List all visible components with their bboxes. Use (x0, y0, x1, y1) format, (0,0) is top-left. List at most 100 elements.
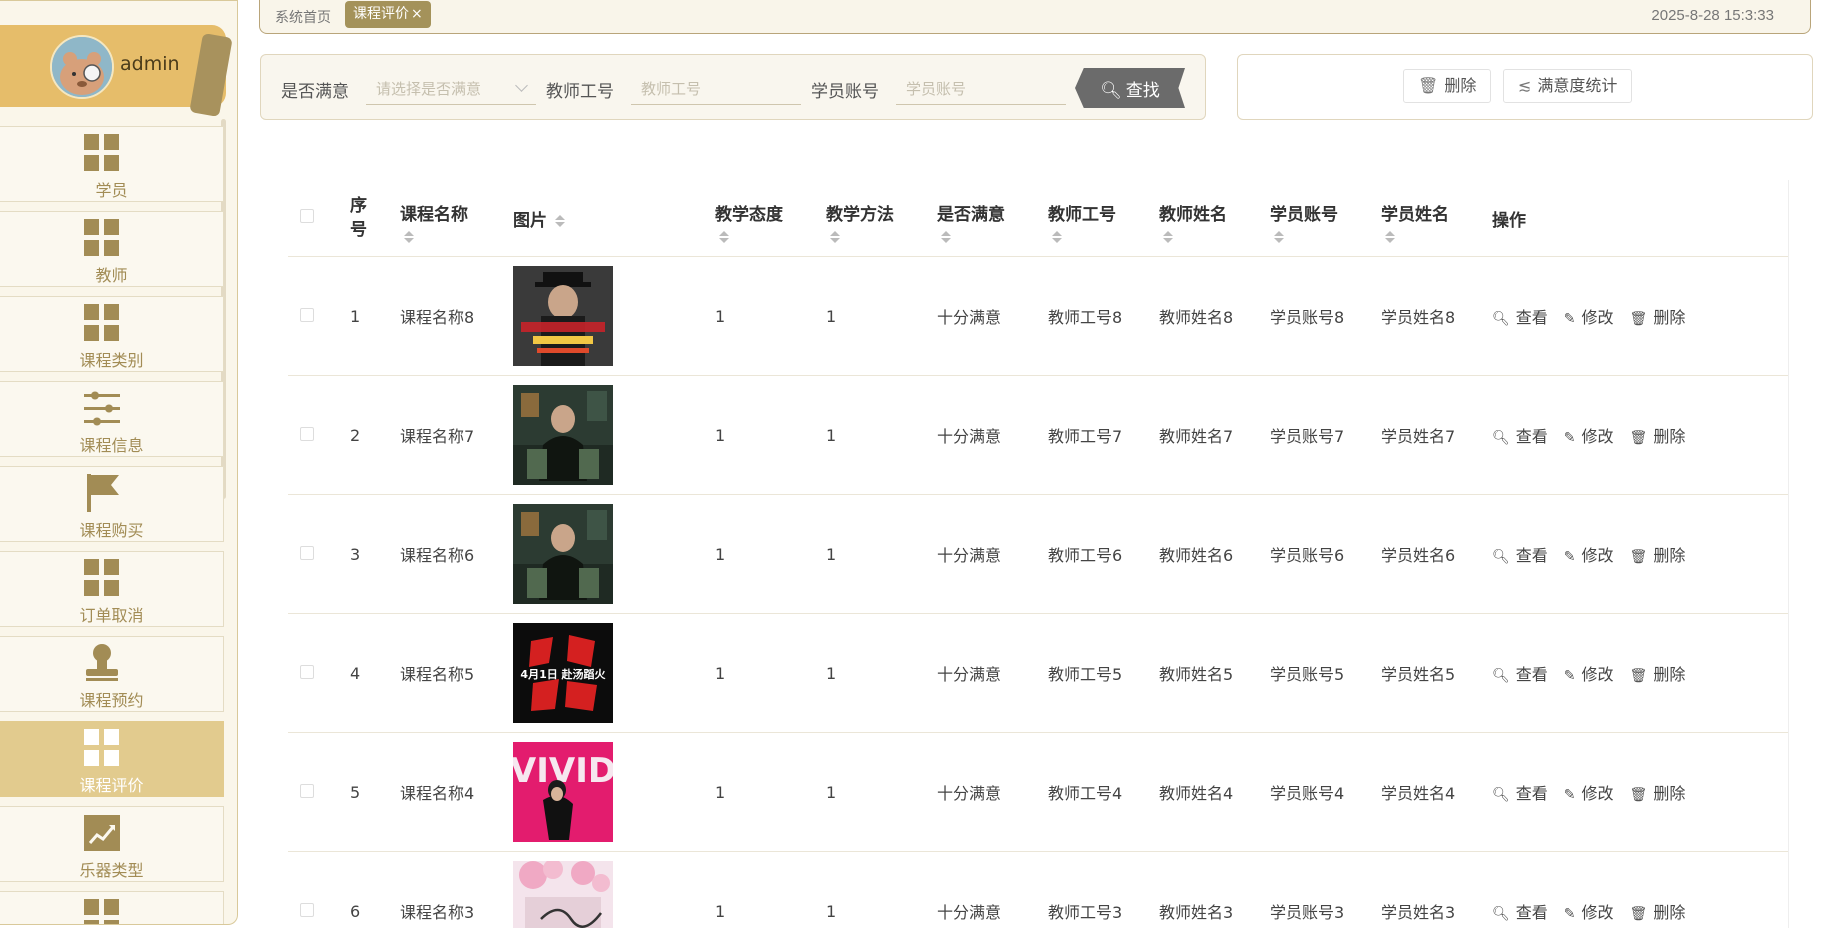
cell-attitude: 1 (715, 425, 726, 445)
sidebar-item-1[interactable]: 教师 (0, 211, 224, 287)
table-row[interactable]: 4 课程名称5 4月1日 赴汤蹈火 1 1 十分满意 教师工号5 教师姓名5 学员账号5 学员姓名… (288, 613, 1788, 733)
cell-teacher-no: 教师工号7 (1048, 427, 1123, 446)
sort-icon[interactable] (1163, 231, 1173, 243)
cell-teacher-name: 教师姓名8 (1159, 308, 1234, 327)
table-row[interactable]: 1 课程名称8 1 1 十分满意 教师工号8 教师姓名8 学员账号8 学员姓名8 🔍︎ 查看 ✎ 修改 🗑… (288, 256, 1788, 376)
svg-text:4月1日 赴汤蹈火: 4月1日 赴汤蹈火 (520, 667, 606, 681)
delete-label: 删除 (1653, 308, 1686, 327)
view-button[interactable]: 🔍︎ 查看 (1492, 423, 1548, 447)
delete-label: 删除 (1653, 784, 1686, 803)
sidebar-item-5[interactable]: 订单取消 (0, 551, 224, 627)
bulk-delete-label: 删除 (1444, 76, 1477, 95)
course-image[interactable] (513, 861, 715, 928)
cell-teacher-name: 教师姓名4 (1159, 784, 1234, 803)
sort-icon[interactable] (555, 215, 565, 227)
user-box: admin (0, 25, 233, 117)
data-table: 序号 课程名称 图片 教学态度 教学方法 是否满意 教师工号 教师姓名 学员账号… (288, 180, 1789, 928)
row-checkbox[interactable] (300, 664, 314, 679)
tab-course-review[interactable]: 课程评价 × (345, 1, 431, 28)
header-student-name: 学员姓名 (1381, 205, 1449, 225)
cell-course-name: 课程名称7 (400, 427, 475, 446)
avatar[interactable] (50, 35, 114, 99)
delete-label: 删除 (1653, 665, 1686, 684)
satisfaction-stats-button[interactable]: ≲ 满意度统计 (1503, 69, 1633, 103)
row-checkbox[interactable] (300, 783, 314, 798)
edit-button[interactable]: ✎ 修改 (1564, 304, 1614, 328)
close-icon[interactable]: × (411, 6, 423, 22)
edit-button[interactable]: ✎ 修改 (1564, 661, 1614, 685)
table-row[interactable]: 3 课程名称6 1 1 十分满意 教师工号6 教师姓名6 学员账号6 学员姓名6 🔍︎ 查看 ✎ 修改 🗑… (288, 494, 1788, 614)
course-image[interactable]: VIVID (513, 742, 715, 842)
table-row[interactable]: 6 课程名称3 1 1 十分满意 教师工号3 教师姓名3 学员账号3 学员姓名3 🔍︎ 查看 ✎ 修改 🗑… (288, 851, 1788, 928)
table-row[interactable]: 5 课程名称4 VIVID 1 1 十分满意 教师工号4 教师姓名4 学员账号4 学员姓名4 🔍︎ 查… (288, 732, 1788, 852)
sort-icon[interactable] (1052, 231, 1062, 243)
student-acct-label: 学员账号 (811, 82, 879, 102)
edit-label: 修改 (1581, 784, 1614, 803)
cell-attitude: 1 (715, 306, 726, 326)
course-image[interactable]: 4月1日 赴汤蹈火 (513, 623, 715, 723)
delete-button[interactable]: 🗑︎ 删除 (1630, 304, 1686, 328)
cell-method: 1 (826, 306, 837, 326)
delete-button[interactable]: 🗑︎ 删除 (1630, 423, 1686, 447)
sort-icon[interactable] (404, 231, 414, 243)
sort-icon[interactable] (1274, 231, 1284, 243)
row-checkbox[interactable] (300, 307, 314, 322)
teacher-no-input[interactable] (631, 73, 801, 105)
bulk-delete-button[interactable]: 🗑︎ 删除 (1403, 69, 1492, 103)
cell-satisfied: 十分满意 (937, 427, 1002, 446)
edit-button[interactable]: ✎ 修改 (1564, 899, 1614, 923)
sidebar-item-3[interactable]: 课程信息 (0, 381, 224, 457)
sidebar-item-label: 乐器类型 (79, 861, 144, 880)
edit-button[interactable]: ✎ 修改 (1564, 542, 1614, 566)
course-image[interactable] (513, 504, 715, 604)
grid-icon (83, 133, 121, 173)
cell-student-name: 学员姓名3 (1381, 903, 1456, 922)
student-acct-input[interactable] (896, 73, 1066, 105)
view-button[interactable]: 🔍︎ 查看 (1492, 661, 1548, 685)
course-image[interactable] (513, 385, 715, 485)
cell-method: 1 (826, 782, 837, 802)
row-checkbox[interactable] (300, 545, 314, 560)
delete-button[interactable]: 🗑︎ 删除 (1630, 542, 1686, 566)
search-button[interactable]: 🔍︎ 查找 (1075, 68, 1185, 108)
delete-button[interactable]: 🗑︎ 删除 (1630, 899, 1686, 923)
edit-button[interactable]: ✎ 修改 (1564, 780, 1614, 804)
sidebar-item-0[interactable]: 学员 (0, 126, 224, 202)
view-button[interactable]: 🔍︎ 查看 (1492, 899, 1548, 923)
sort-icon[interactable] (1385, 231, 1395, 243)
view-button[interactable]: 🔍︎ 查看 (1492, 304, 1548, 328)
delete-label: 删除 (1653, 546, 1686, 565)
trash-icon: 🗑︎ (1629, 311, 1648, 327)
course-image[interactable] (513, 266, 715, 366)
row-checkbox[interactable] (300, 426, 314, 441)
view-button[interactable]: 🔍︎ 查看 (1492, 780, 1548, 804)
sidebar-item-label: 课程类别 (79, 351, 144, 370)
table-row[interactable]: 2 课程名称7 1 1 十分满意 教师工号7 教师姓名7 学员账号7 学员姓名7 🔍︎ 查看 ✎ 修改 🗑… (288, 375, 1788, 495)
sidebar-item-6[interactable]: 课程预约 (0, 636, 224, 712)
cell-index: 4 (350, 663, 361, 683)
sidebar-item-8[interactable]: 乐器类型 (0, 806, 224, 882)
sort-icon[interactable] (830, 231, 840, 243)
row-checkbox[interactable] (300, 902, 314, 917)
delete-button[interactable]: 🗑︎ 删除 (1630, 780, 1686, 804)
sidebar-item-4[interactable]: 课程购买 (0, 466, 224, 542)
sidebar-item-label: 课程预约 (79, 691, 144, 710)
sidebar-item-7[interactable]: 课程评价 (0, 721, 224, 797)
tab-home[interactable]: 系统首页 (275, 7, 331, 27)
cell-teacher-no: 教师工号8 (1048, 308, 1123, 327)
sidebar-item-more[interactable] (0, 891, 224, 924)
sidebar-item-label: 课程信息 (79, 436, 144, 455)
edit-button[interactable]: ✎ 修改 (1564, 423, 1614, 447)
sort-icon[interactable] (719, 231, 729, 243)
header-teacher-no: 教师工号 (1048, 205, 1116, 225)
select-all-checkbox[interactable] (300, 209, 314, 223)
satisfied-select[interactable] (366, 73, 536, 105)
delete-button[interactable]: 🗑︎ 删除 (1630, 661, 1686, 685)
sort-icon[interactable] (941, 231, 951, 243)
view-button[interactable]: 🔍︎ 查看 (1492, 542, 1548, 566)
view-label: 查看 (1515, 546, 1548, 565)
sidebar-item-2[interactable]: 课程类别 (0, 296, 224, 372)
cell-course-name: 课程名称6 (400, 546, 475, 565)
tab-label: 课程评价 (353, 6, 409, 22)
username: admin (120, 53, 180, 75)
